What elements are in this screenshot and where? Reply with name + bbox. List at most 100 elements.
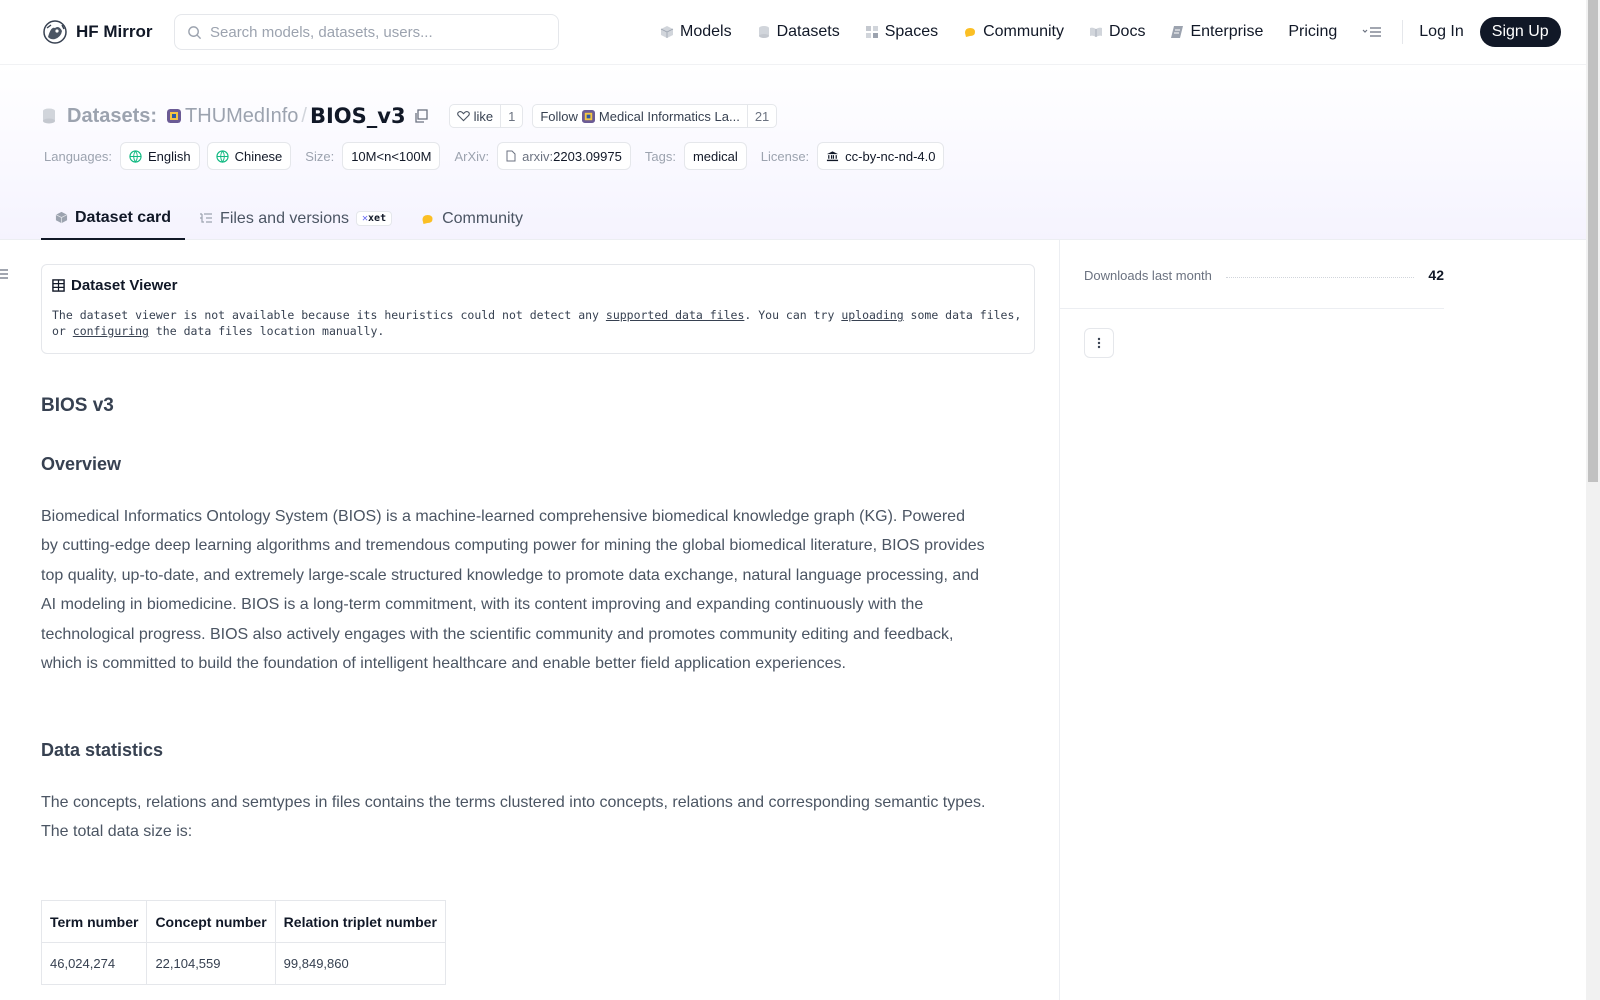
nav-models-label: Models (680, 23, 732, 40)
license-tag[interactable]: cc-by-nc-nd-4.0 (817, 142, 945, 170)
size-value: 10M<n<100M (351, 148, 432, 164)
viewer-msg-part: . You can try (744, 308, 842, 322)
globe-icon (215, 149, 229, 163)
table-icon (52, 279, 65, 292)
repo-title-row: Datasets: THUMedInfo / BIOS_v3 like 1 Fo… (42, 103, 778, 129)
xet-badge-label: xet (368, 213, 387, 224)
follow-count: 21 (746, 105, 776, 127)
sidebar-toggle-icon[interactable] (0, 268, 10, 280)
brand-logo-link[interactable]: HF Mirror (42, 19, 153, 45)
overview-paragraph: Biomedical Informatics Ontology System (… (41, 508, 985, 673)
arxiv-tag[interactable]: arxiv:2203.09975 (497, 142, 631, 170)
enterprise-icon (1171, 26, 1184, 38)
table-header-cell: Concept number (146, 900, 276, 943)
nav-models[interactable]: Models (660, 23, 732, 41)
main-nav: Models Datasets Spaces Community Docs En… (660, 17, 1561, 47)
search-icon (188, 25, 202, 39)
viewer-msg-part: The dataset viewer is not available beca… (52, 308, 606, 322)
supported-data-files-link[interactable]: supported data files (606, 308, 744, 322)
community-icon (965, 28, 976, 37)
tab-files-label: Files and versions (220, 209, 349, 227)
license-value: cc-by-nc-nd-4.0 (845, 148, 936, 164)
tag-medical[interactable]: medical (683, 142, 747, 170)
table-row: 46,024,274 22,104,559 99,849,860 (40, 942, 446, 985)
language-chinese-label: Chinese (234, 148, 283, 164)
copy-icon[interactable] (414, 109, 428, 123)
table-cell: 99,849,860 (274, 942, 446, 985)
tab-dataset-card[interactable]: Dataset card (41, 197, 186, 240)
nav-community[interactable]: Community (963, 23, 1064, 41)
page-scrollbar[interactable] (1586, 0, 1600, 1000)
nav-enterprise[interactable]: Enterprise (1170, 23, 1263, 41)
nav-docs[interactable]: Docs (1089, 23, 1145, 41)
signup-button[interactable]: Sign Up (1479, 17, 1561, 47)
nav-datasets[interactable]: Datasets (757, 23, 840, 41)
repo-name[interactable]: BIOS_v3 (310, 104, 406, 128)
nav-community-label: Community (983, 23, 1064, 40)
repo-org-link[interactable]: THUMedInfo (185, 105, 298, 128)
arxiv-label: ArXiv: (454, 148, 490, 164)
nav-more-menu[interactable] (1362, 25, 1388, 39)
nav-pricing[interactable]: Pricing (1288, 23, 1337, 41)
repo-header: Datasets: THUMedInfo / BIOS_v3 like 1 Fo… (0, 65, 1586, 240)
overview-heading: Overview (41, 454, 122, 474)
more-menu-icon (1362, 27, 1382, 37)
cube-icon (55, 211, 68, 224)
downloads-label: Downloads last month (1084, 267, 1212, 283)
downloads-value: 42 (1428, 267, 1444, 283)
size-tag[interactable]: 10M<n<100M (342, 142, 441, 170)
follow-button[interactable]: Follow Medical Informatics La... 21 (532, 104, 778, 128)
repo-tabs: Dataset card Files and versions ✕xet Com… (41, 197, 537, 240)
document-icon (506, 150, 516, 162)
dataset-viewer-title: Dataset Viewer (52, 277, 1024, 294)
language-tag-chinese[interactable]: Chinese (206, 142, 292, 170)
language-tag-english[interactable]: English (119, 142, 200, 170)
xet-badge: ✕xet (356, 211, 393, 226)
data-statistics-heading: Data statistics (41, 740, 164, 760)
community-icon (422, 214, 433, 224)
scrollbar-thumb[interactable] (1588, 0, 1598, 482)
nav-datasets-label: Datasets (776, 23, 840, 40)
search-input[interactable] (210, 23, 530, 41)
nav-spaces[interactable]: Spaces (865, 23, 938, 41)
nav-docs-label: Docs (1109, 23, 1146, 40)
table-header-row: Term number Concept number Relation trip… (40, 900, 446, 943)
follow-label: Follow (540, 108, 578, 124)
card-title: BIOS v3 (41, 395, 114, 416)
nav-separator (1402, 20, 1404, 44)
right-sidebar: Downloads last month 42 (1059, 240, 1586, 1000)
dataset-icon (43, 108, 55, 124)
data-statistics-table: Term number Concept number Relation trip… (40, 900, 446, 985)
table-cell: 22,104,559 (146, 942, 276, 985)
globe-icon (129, 149, 142, 163)
follow-org-name: Medical Informatics La... (598, 108, 740, 124)
dotted-leader (1225, 276, 1415, 278)
like-button[interactable]: like 1 (448, 104, 524, 128)
dataset-viewer-title-text: Dataset Viewer (71, 277, 178, 294)
nav-pricing-label: Pricing (1288, 23, 1338, 40)
repo-path-separator: / (301, 104, 307, 127)
dataset-viewer-panel: Dataset Viewer The dataset viewer is not… (41, 264, 1035, 354)
sidebar-divider (1060, 308, 1444, 309)
login-link[interactable]: Log In (1419, 23, 1463, 41)
license-bank-icon (827, 151, 839, 162)
spaces-icon (865, 26, 878, 38)
more-options-button[interactable] (1084, 328, 1114, 358)
datasets-icon (758, 26, 769, 38)
tab-files-and-versions[interactable]: Files and versions ✕xet (185, 197, 406, 240)
org-avatar-icon (167, 109, 182, 123)
brand-name: HF Mirror (76, 22, 153, 41)
heart-icon (456, 111, 470, 122)
like-label: like (473, 108, 494, 124)
table-header-cell: Term number (40, 900, 148, 943)
tab-community-label: Community (442, 209, 523, 227)
arxiv-prefix: arxiv: (522, 148, 554, 164)
repo-type-label[interactable]: Datasets: (67, 105, 157, 128)
table-cell: 46,024,274 (40, 942, 148, 985)
license-label: License: (760, 148, 810, 164)
search-box[interactable] (174, 14, 559, 50)
configuring-link[interactable]: configuring (73, 324, 149, 338)
tab-community[interactable]: Community (406, 197, 537, 240)
uploading-link[interactable]: uploading (841, 308, 903, 322)
hf-mirror-logo-icon (43, 20, 67, 44)
